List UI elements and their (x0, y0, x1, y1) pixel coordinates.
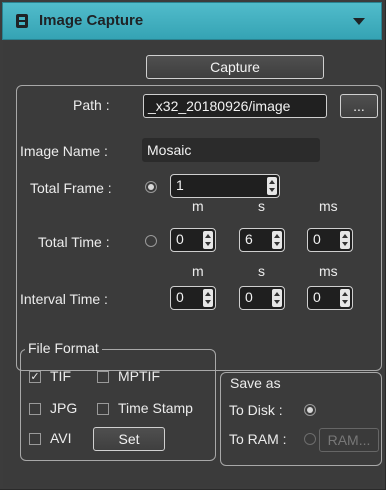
unit-m-label: m (192, 198, 204, 214)
time-stamp-checkbox[interactable] (97, 403, 109, 415)
path-field[interactable]: _x32_20180926/image (143, 94, 327, 118)
spin-arrows-icon[interactable] (340, 231, 350, 249)
interval-time-s-value: 0 (245, 289, 253, 305)
interval-time-m-value: 0 (176, 289, 184, 305)
tif-checkbox[interactable]: ✓ (29, 371, 41, 383)
interval-time-s-spinbox[interactable]: 0 (239, 286, 285, 310)
ram-settings-button[interactable]: RAM... (319, 428, 379, 452)
image-capture-panel: Image Capture Capture Path : _x32_201809… (0, 0, 386, 490)
total-frame-label: Total Frame : (30, 180, 112, 196)
total-time-label: Total Time : (38, 234, 110, 250)
time-stamp-label: Time Stamp (118, 400, 193, 416)
tif-label: TIF (50, 368, 71, 384)
spin-arrows-icon[interactable] (267, 177, 277, 195)
capture-button[interactable]: Capture (146, 55, 324, 79)
unit-ms-label: ms (319, 263, 338, 279)
interval-time-m-spinbox[interactable]: 0 (170, 286, 216, 310)
interval-time-label: Interval Time : (20, 291, 108, 307)
set-button[interactable]: Set (93, 427, 165, 451)
spin-arrows-icon[interactable] (340, 289, 350, 307)
panel-title-bar[interactable]: Image Capture (2, 2, 382, 40)
path-label: Path : (73, 97, 110, 113)
panel-body: Capture Path : _x32_20180926/image ... I… (3, 41, 382, 487)
spin-arrows-icon[interactable] (272, 231, 282, 249)
total-frame-value: 1 (176, 177, 184, 193)
image-name-label: Image Name : (20, 143, 108, 159)
unit-s-label: s (258, 263, 265, 279)
avi-label: AVI (50, 430, 72, 446)
file-format-legend: File Format (25, 340, 102, 356)
total-time-s-spinbox[interactable]: 6 (239, 228, 285, 252)
total-time-s-value: 6 (245, 231, 253, 247)
spin-arrows-icon[interactable] (272, 289, 282, 307)
save-as-legend: Save as (227, 375, 284, 391)
to-ram-label: To RAM : (229, 431, 287, 447)
triangle-down-icon[interactable] (353, 18, 365, 25)
mptif-checkbox[interactable] (97, 371, 109, 383)
jpg-label: JPG (50, 400, 78, 416)
unit-m-label: m (192, 263, 204, 279)
image-name-field[interactable]: Mosaic (142, 138, 320, 162)
panel-title: Image Capture (39, 12, 144, 29)
mptif-label: MPTIF (118, 368, 160, 384)
browse-path-button[interactable]: ... (340, 94, 378, 118)
total-time-m-value: 0 (176, 231, 184, 247)
avi-checkbox[interactable] (29, 433, 41, 445)
total-time-m-spinbox[interactable]: 0 (170, 228, 216, 252)
unit-s-label: s (258, 198, 265, 214)
spin-arrows-icon[interactable] (203, 231, 213, 249)
jpg-checkbox[interactable] (29, 403, 41, 415)
to-disk-radio[interactable] (304, 404, 316, 416)
to-ram-radio[interactable] (304, 433, 316, 445)
spin-arrows-icon[interactable] (203, 289, 213, 307)
panel-logo-icon (16, 14, 28, 28)
total-time-ms-spinbox[interactable]: 0 (307, 228, 353, 252)
interval-time-ms-value: 0 (313, 289, 321, 305)
to-disk-label: To Disk : (229, 402, 283, 418)
total-frame-spinbox[interactable]: 1 (170, 174, 280, 198)
total-frame-radio[interactable] (145, 181, 157, 193)
total-time-ms-value: 0 (313, 231, 321, 247)
total-time-radio[interactable] (145, 235, 157, 247)
unit-ms-label: ms (319, 198, 338, 214)
interval-time-ms-spinbox[interactable]: 0 (307, 286, 353, 310)
